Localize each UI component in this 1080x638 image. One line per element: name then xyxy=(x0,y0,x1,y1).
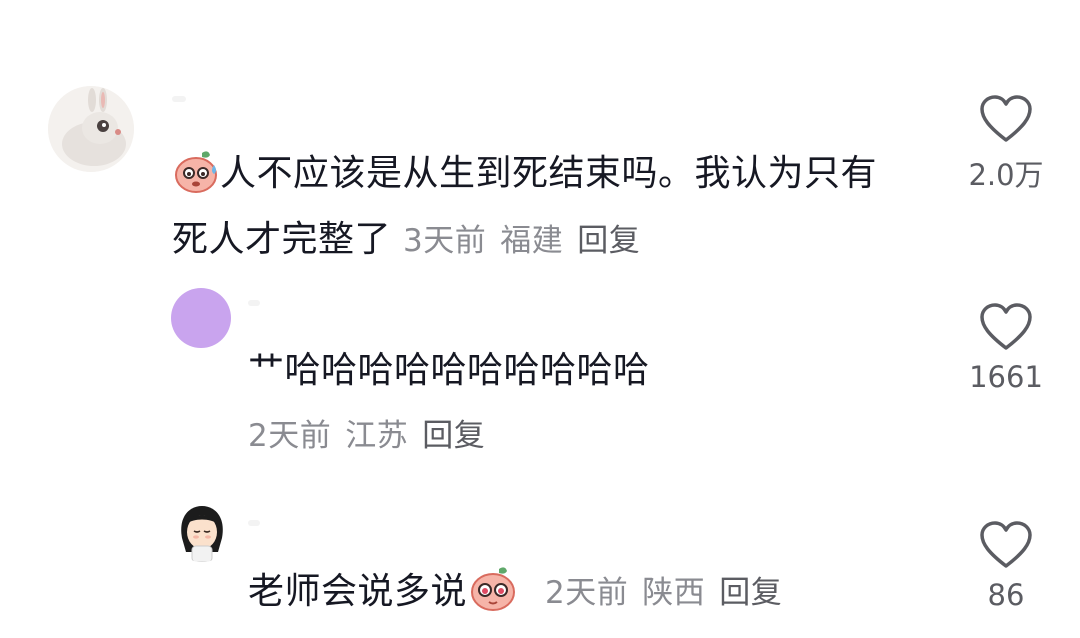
blush-face-emoji-icon xyxy=(467,563,519,630)
comment-time: 2天前 xyxy=(248,418,332,454)
comment-item: 老师会说多说 2天前 陕西 回复 86 xyxy=(0,480,1080,638)
comment-meta: 2天前 江苏 回复 xyxy=(248,408,928,464)
girl-avatar-icon[interactable] xyxy=(172,502,232,562)
comment-location: 江苏 xyxy=(345,418,409,454)
comment-item: 人不应该是从生到死结束吗。我认为只有死人才完整了 3天前 福建 回复 2.0万 xyxy=(0,0,1080,260)
heart-icon xyxy=(980,521,1032,568)
purple-circle-avatar-icon[interactable] xyxy=(171,288,231,348)
comment-location: 陕西 xyxy=(642,575,706,611)
comment-meta: 3天前 福建 回复 xyxy=(403,223,654,259)
comment-location: 福建 xyxy=(500,223,564,259)
reply-button[interactable]: 回复 xyxy=(577,223,640,259)
reply-button[interactable]: 回复 xyxy=(719,575,782,611)
comment-item: 艹哈哈哈哈哈哈哈哈哈哈 2天前 江苏 回复 1661 xyxy=(0,260,1080,480)
comment-meta: 2天前 陕西 回复 xyxy=(545,575,796,611)
comment-text: 艹哈哈哈哈哈哈哈哈哈哈 xyxy=(248,350,650,391)
comment-content: 老师会说多说 2天前 陕西 回复 xyxy=(248,563,928,630)
username-placeholder[interactable] xyxy=(172,96,186,102)
comment-time: 2天前 xyxy=(544,575,629,611)
heart-icon xyxy=(980,303,1032,350)
heart-icon xyxy=(980,95,1032,142)
comment-content: 人不应该是从生到死结束吗。我认为只有死人才完整了 3天前 福建 回复 xyxy=(172,146,912,269)
username-placeholder[interactable] xyxy=(248,300,260,306)
comment-text: 老师会说多说 xyxy=(248,571,468,612)
comment-time: 3天前 xyxy=(402,223,487,259)
username-placeholder[interactable] xyxy=(248,520,260,526)
reply-button[interactable]: 回复 xyxy=(422,418,485,454)
sweat-face-emoji-icon xyxy=(172,147,220,212)
like-button[interactable]: 1661 xyxy=(951,302,1061,394)
like-button[interactable]: 86 xyxy=(951,520,1061,612)
like-count: 1661 xyxy=(969,360,1043,394)
like-count: 2.0万 xyxy=(968,158,1044,192)
like-count: 86 xyxy=(987,578,1025,612)
rabbit-avatar-icon[interactable] xyxy=(48,86,134,172)
comment-content: 艹哈哈哈哈哈哈哈哈哈哈 xyxy=(248,343,928,399)
like-button[interactable]: 2.0万 xyxy=(951,94,1061,194)
